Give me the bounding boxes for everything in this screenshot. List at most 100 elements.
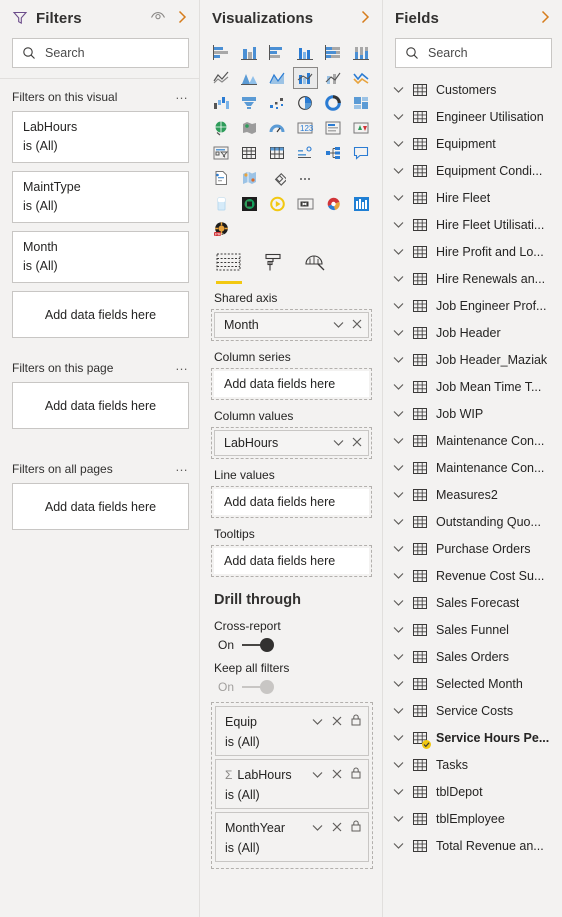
matrix-icon[interactable]	[265, 142, 291, 164]
stacked-column-chart-icon[interactable]	[237, 42, 263, 64]
field-table-row[interactable]: Engineer Utilisation	[383, 103, 562, 130]
field-table-row[interactable]: Maintenance Con...	[383, 427, 562, 454]
field-table-row[interactable]: Revenue Cost Su...	[383, 562, 562, 589]
section-more-menu[interactable]: …	[175, 460, 189, 473]
field-table-row[interactable]: Job Engineer Prof...	[383, 292, 562, 319]
chevron-down-icon[interactable]	[333, 436, 344, 450]
key-influencers-icon[interactable]	[348, 142, 374, 164]
field-table-row[interactable]: Sales Orders	[383, 643, 562, 670]
histogram-icon[interactable]	[348, 193, 374, 215]
field-table-row[interactable]: Customers	[383, 76, 562, 103]
chevron-down-icon[interactable]	[393, 621, 404, 639]
hundred-percent-stacked-bar-chart-icon[interactable]	[320, 42, 346, 64]
cross-report-toggle[interactable]: On	[200, 636, 382, 652]
remove-field-icon[interactable]	[332, 819, 342, 837]
remove-field-icon[interactable]	[352, 436, 362, 450]
chevron-down-icon[interactable]	[393, 351, 404, 369]
remove-field-icon[interactable]	[332, 713, 342, 731]
field-table-row[interactable]: Equipment	[383, 130, 562, 157]
field-table-row[interactable]: Tasks	[383, 751, 562, 778]
kpi-icon[interactable]	[348, 117, 374, 139]
slicer-icon[interactable]	[209, 142, 235, 164]
chevron-down-icon[interactable]	[393, 702, 404, 720]
filters-search-input[interactable]: Search	[12, 38, 189, 68]
field-table-row[interactable]: Purchase Orders	[383, 535, 562, 562]
well-line-values[interactable]: Add data fields here	[211, 486, 372, 518]
gauge-icon[interactable]	[265, 117, 291, 139]
field-table-row[interactable]: Measures2	[383, 481, 562, 508]
chevron-down-icon[interactable]	[393, 378, 404, 396]
chevron-down-icon[interactable]	[393, 513, 404, 531]
field-table-row[interactable]: tblDepot	[383, 778, 562, 805]
section-more-menu[interactable]: …	[175, 88, 189, 101]
line-and-clustered-column-chart-icon[interactable]	[320, 67, 346, 89]
toggle-switch[interactable]	[242, 638, 276, 652]
well-tooltips[interactable]: Add data fields here	[211, 545, 372, 577]
decomposition-tree-icon[interactable]	[320, 142, 346, 164]
analytics-tab[interactable]	[304, 253, 328, 284]
chevron-down-icon[interactable]	[333, 318, 344, 332]
remove-field-icon[interactable]	[332, 766, 342, 784]
chevron-down-icon[interactable]	[393, 405, 404, 423]
field-table-row[interactable]: Sales Funnel	[383, 616, 562, 643]
table-icon[interactable]	[237, 142, 263, 164]
text-filter-icon[interactable]	[293, 193, 319, 215]
funnel-chart-icon[interactable]	[237, 92, 263, 114]
chevron-down-icon[interactable]	[393, 567, 404, 585]
play-axis-icon[interactable]	[265, 193, 291, 215]
chevron-down-icon[interactable]	[393, 486, 404, 504]
drill-through-card[interactable]: Σ LabHours is (All)	[215, 759, 369, 809]
chevron-down-icon[interactable]	[393, 729, 404, 747]
chevron-down-icon[interactable]	[393, 324, 404, 342]
chevron-down-icon[interactable]	[393, 216, 404, 234]
chevron-down-icon[interactable]	[393, 243, 404, 261]
field-table-row[interactable]: Hire Profit and Lo...	[383, 238, 562, 265]
lock-icon[interactable]	[351, 713, 361, 731]
section-more-menu[interactable]: …	[175, 359, 189, 372]
chevron-down-icon[interactable]	[312, 766, 323, 784]
filter-card[interactable]: Month is (All)	[12, 231, 189, 283]
chevron-down-icon[interactable]	[393, 189, 404, 207]
card-with-states-icon[interactable]	[209, 193, 235, 215]
chevron-down-icon[interactable]	[393, 297, 404, 315]
lock-icon[interactable]	[351, 819, 361, 837]
drill-through-card[interactable]: MonthYear is (All)	[215, 812, 369, 862]
chevron-down-icon[interactable]	[393, 837, 404, 855]
field-table-row[interactable]: Job Header_Maziak	[383, 346, 562, 373]
scatter-chart-icon[interactable]	[265, 92, 291, 114]
chevron-down-icon[interactable]	[393, 783, 404, 801]
treemap-icon[interactable]	[348, 92, 374, 114]
donut-chart-icon[interactable]	[320, 92, 346, 114]
pie-chart-icon[interactable]	[293, 92, 319, 114]
chevron-right-icon[interactable]	[538, 10, 552, 27]
field-table-row[interactable]: Selected Month	[383, 670, 562, 697]
field-table-row[interactable]: Hire Fleet	[383, 184, 562, 211]
chiclet-slicer-icon[interactable]	[237, 193, 263, 215]
field-table-row[interactable]: Hire Fleet Utilisati...	[383, 211, 562, 238]
field-table-row[interactable]: Sales Forecast	[383, 589, 562, 616]
fields-search-input[interactable]: Search	[395, 38, 552, 68]
chevron-down-icon[interactable]	[393, 432, 404, 450]
stacked-area-chart-icon[interactable]	[265, 67, 291, 89]
fields-tab[interactable]	[216, 253, 242, 284]
remove-field-icon[interactable]	[352, 318, 362, 332]
line-and-stacked-column-chart-icon[interactable]	[292, 67, 319, 89]
field-table-row[interactable]: tblEmployee	[383, 805, 562, 832]
chevron-right-icon[interactable]	[358, 10, 372, 27]
field-table-row[interactable]: Equipment Condi...	[383, 157, 562, 184]
well-shared-axis[interactable]: Month	[211, 309, 372, 341]
chevron-down-icon[interactable]	[312, 713, 323, 731]
chevron-down-icon[interactable]	[393, 810, 404, 828]
chevron-down-icon[interactable]	[393, 594, 404, 612]
ribbon-chart-icon[interactable]	[348, 67, 374, 89]
chevron-down-icon[interactable]	[393, 270, 404, 288]
toggle-switch[interactable]	[242, 680, 276, 694]
filter-card[interactable]: MaintType is (All)	[12, 171, 189, 223]
filled-map-icon[interactable]	[237, 117, 263, 139]
chevron-down-icon[interactable]	[312, 819, 323, 837]
area-chart-icon[interactable]	[237, 67, 263, 89]
card-icon[interactable]: 123	[293, 117, 319, 139]
chevron-down-icon[interactable]	[393, 540, 404, 558]
chevron-down-icon[interactable]	[393, 648, 404, 666]
stacked-bar-chart-icon[interactable]	[209, 42, 235, 64]
